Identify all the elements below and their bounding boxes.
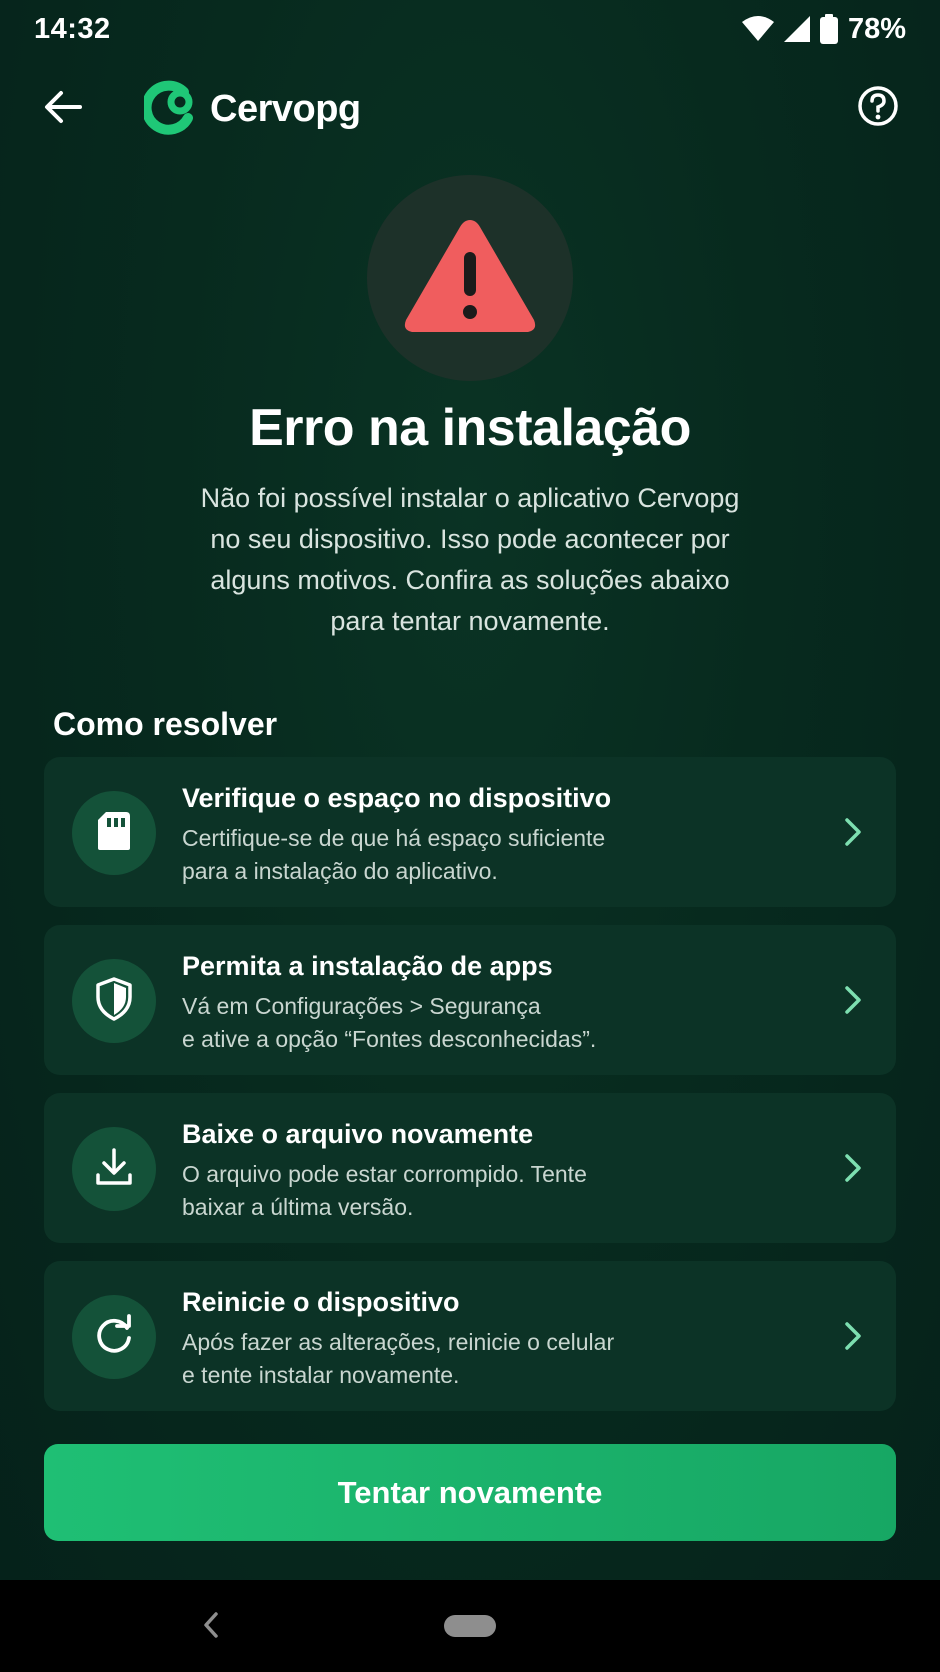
battery-icon — [819, 14, 838, 44]
status-icons: 78% — [741, 12, 906, 46]
back-button[interactable] — [38, 84, 88, 134]
solution-item-restart[interactable]: Reinicie o dispositivo Após fazer as alt… — [44, 1261, 896, 1411]
help-icon — [857, 85, 899, 132]
refresh-icon — [93, 1313, 135, 1361]
battery-percentage: 78% — [847, 12, 906, 45]
solution-description: O arquivo pode estar corrompido. Tente — [182, 1161, 587, 1187]
nav-home-pill[interactable] — [444, 1615, 496, 1637]
solution-item-permissions[interactable]: Permita a instalação de apps Vá em Confi… — [44, 925, 896, 1075]
chevron-right-icon — [838, 982, 868, 1018]
retry-button[interactable]: Tentar novamente — [44, 1444, 896, 1541]
error-description-line: alguns motivos. Confira as soluções abai… — [210, 565, 730, 595]
brand-name: Cervopg — [210, 88, 361, 130]
solution-description: para a instalação do aplicativo. — [182, 858, 498, 884]
solution-description: Após fazer as alterações, reinicie o cel… — [182, 1329, 615, 1355]
solution-title: Verifique o espaço no dispositivo — [182, 783, 612, 813]
system-nav-bar — [0, 1580, 940, 1672]
solution-title: Baixe o arquivo novamente — [182, 1119, 534, 1149]
error-description-line: para tentar novamente. — [330, 606, 610, 636]
status-time: 14:32 — [34, 12, 111, 45]
wifi-icon — [741, 16, 774, 42]
chevron-left-icon — [203, 1611, 219, 1644]
install-error-screen: 14:32 78% Cervopg Erro na instalação Não… — [0, 0, 940, 1672]
section-title: Como resolver — [53, 706, 278, 742]
solution-description: baixar a última versão. — [182, 1194, 414, 1220]
error-description: Não foi possível instalar o aplicativo C… — [150, 478, 790, 642]
nav-back-button[interactable] — [196, 1610, 226, 1644]
warning-triangle-icon — [400, 214, 540, 343]
status-bar: 14:32 78% — [0, 0, 940, 58]
solution-description: Certifique-se de que há espaço suficient… — [182, 825, 606, 851]
storage-icon-badge — [72, 791, 156, 875]
solution-description: e ative a opção “Fontes desconhecidas”. — [182, 1026, 597, 1052]
signal-icon — [783, 16, 810, 42]
sd-card-icon — [96, 810, 132, 857]
chevron-right-icon — [838, 814, 868, 850]
error-description-line: no seu dispositivo. Isso pode acontecer … — [210, 524, 730, 554]
app-bar: Cervopg — [0, 70, 940, 146]
solution-item-redownload[interactable]: Baixe o arquivo novamente O arquivo pode… — [44, 1093, 896, 1243]
download-icon — [94, 1147, 134, 1192]
error-icon-badge — [367, 175, 573, 381]
error-title: Erro na instalação — [249, 399, 691, 457]
chevron-right-icon — [838, 1318, 868, 1354]
shield-icon — [95, 976, 133, 1026]
brand: Cervopg — [141, 78, 361, 141]
solution-title: Permita a instalação de apps — [182, 951, 553, 981]
solution-title: Reinicie o dispositivo — [182, 1287, 460, 1317]
solution-description: e tente instalar novamente. — [182, 1362, 460, 1388]
permissions-icon-badge — [72, 959, 156, 1043]
cervopg-logo-icon — [141, 78, 198, 141]
back-arrow-icon — [44, 90, 82, 129]
solution-item-storage[interactable]: Verifique o espaço no dispositivo Certif… — [44, 757, 896, 907]
download-icon-badge — [72, 1127, 156, 1211]
help-button[interactable] — [852, 82, 904, 134]
solution-description: Vá em Configurações > Segurança — [182, 993, 541, 1019]
error-description-line: Não foi possível instalar o aplicativo C… — [200, 483, 740, 513]
solutions-list: Verifique o espaço no dispositivo Certif… — [44, 757, 896, 1429]
chevron-right-icon — [838, 1150, 868, 1186]
restart-icon-badge — [72, 1295, 156, 1379]
